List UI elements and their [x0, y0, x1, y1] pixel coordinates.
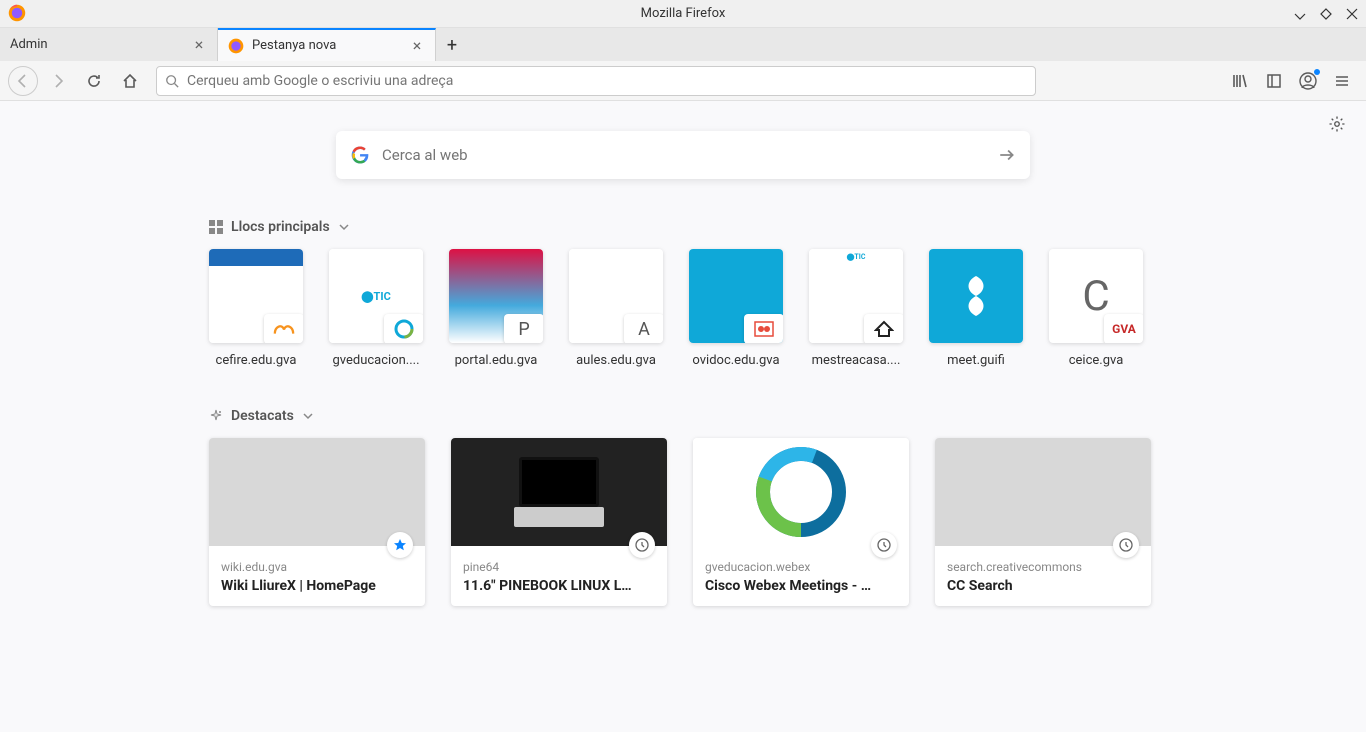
home-button[interactable]	[114, 65, 146, 97]
topsite-label: ovidoc.edu.gva	[689, 353, 783, 368]
google-icon	[350, 145, 370, 165]
topsites-label: Llocs principals	[231, 219, 330, 235]
sidebar-button[interactable]	[1258, 65, 1290, 97]
chevron-down-icon	[338, 221, 350, 233]
topsite-tile[interactable]: ⬤TIC mestreacasa....	[809, 249, 903, 368]
highlight-card[interactable]: wiki.edu.gva Wiki LliureX | HomePage	[209, 438, 425, 606]
new-tab-button[interactable]: +	[436, 29, 468, 61]
topsite-badge-letter: P	[504, 314, 543, 343]
sparkle-icon	[209, 409, 223, 423]
tab-admin[interactable]: Admin ×	[0, 28, 218, 61]
topsite-badge-letter: A	[624, 314, 663, 343]
clock-icon	[1113, 532, 1139, 558]
topsite-tile[interactable]: ovidoc.edu.gva	[689, 249, 783, 368]
window-titlebar: Mozilla Firefox	[0, 0, 1366, 28]
tab-close-icon[interactable]: ×	[191, 37, 207, 53]
newtab-search-input[interactable]	[382, 146, 998, 164]
window-title: Mozilla Firefox	[641, 6, 726, 21]
chevron-down-icon	[302, 410, 314, 422]
topsite-label: meet.guifi	[929, 353, 1023, 368]
highlight-card[interactable]: gveducacion.webex Cisco Webex Meetings -…	[693, 438, 909, 606]
highlight-card[interactable]: pine64 11.6" PINEBOOK LINUX L…	[451, 438, 667, 606]
topsite-tile[interactable]: ⬤TIC gveducacion....	[329, 249, 423, 368]
highlight-domain: wiki.edu.gva	[221, 560, 413, 574]
notification-dot-icon	[1314, 69, 1320, 75]
window-close-icon[interactable]	[1346, 8, 1358, 20]
highlight-title: Wiki LliureX | HomePage	[221, 578, 413, 594]
topsite-tile[interactable]: CGVA ceice.gva	[1049, 249, 1143, 368]
topsite-tile[interactable]: cefire.edu.gva	[209, 249, 303, 368]
url-input[interactable]	[187, 73, 1027, 89]
highlight-domain: search.creativecommons	[947, 560, 1139, 574]
highlight-domain: pine64	[463, 560, 655, 574]
customize-button[interactable]	[1328, 115, 1346, 133]
navigation-toolbar	[0, 61, 1366, 101]
topsite-tile[interactable]: P portal.edu.gva	[449, 249, 543, 368]
newtab-search-box[interactable]	[336, 131, 1030, 179]
newtab-content: Llocs principals cefire.edu.gva ⬤TIC gve…	[0, 101, 1366, 732]
window-maximize-icon[interactable]	[1320, 8, 1332, 20]
search-submit-icon[interactable]	[998, 146, 1016, 164]
highlight-domain: gveducacion.webex	[705, 560, 897, 574]
topsite-label: gveducacion....	[329, 353, 423, 368]
reload-button[interactable]	[78, 65, 110, 97]
firefox-favicon-icon	[228, 38, 244, 54]
topsite-letter: C	[1082, 272, 1109, 321]
url-bar[interactable]	[156, 66, 1036, 96]
tab-label: Admin	[10, 37, 191, 52]
library-button[interactable]	[1224, 65, 1256, 97]
window-minimize-icon[interactable]	[1294, 8, 1306, 20]
topsite-label: ceice.gva	[1049, 353, 1143, 368]
highlight-title: 11.6" PINEBOOK LINUX L…	[463, 578, 655, 594]
highlight-card[interactable]: search.creativecommons CC Search	[935, 438, 1151, 606]
account-button[interactable]	[1292, 65, 1324, 97]
topsite-label: portal.edu.gva	[449, 353, 543, 368]
firefox-logo-icon	[8, 4, 26, 22]
tab-bar: Admin × Pestanya nova × +	[0, 28, 1366, 61]
highlight-title: Cisco Webex Meetings - …	[705, 578, 897, 594]
topsite-badge-text: GVA	[1104, 314, 1143, 343]
forward-button[interactable]	[42, 65, 74, 97]
topsite-label: aules.edu.gva	[569, 353, 663, 368]
highlights-label: Destacats	[231, 408, 294, 424]
highlights-header[interactable]: Destacats	[209, 408, 1163, 424]
topsite-tile[interactable]: meet.guifi	[929, 249, 1023, 368]
highlight-title: CC Search	[947, 578, 1139, 594]
topsites-header[interactable]: Llocs principals	[209, 219, 1163, 235]
topsite-label: cefire.edu.gva	[209, 353, 303, 368]
topsite-tile[interactable]: A aules.edu.gva	[569, 249, 663, 368]
tab-newtab[interactable]: Pestanya nova ×	[218, 28, 436, 61]
tab-label: Pestanya nova	[252, 38, 409, 53]
search-icon	[165, 74, 179, 88]
tab-close-icon[interactable]: ×	[409, 38, 425, 54]
back-button[interactable]	[8, 66, 38, 96]
topsite-label: mestreacasa....	[809, 353, 903, 368]
star-icon	[387, 532, 413, 558]
clock-icon	[871, 532, 897, 558]
grid-icon	[209, 220, 223, 234]
menu-button[interactable]	[1326, 65, 1358, 97]
clock-icon	[629, 532, 655, 558]
highlights-grid: wiki.edu.gva Wiki LliureX | HomePage pin…	[203, 438, 1163, 606]
topsites-grid: cefire.edu.gva ⬤TIC gveducacion.... P po…	[203, 249, 1163, 368]
